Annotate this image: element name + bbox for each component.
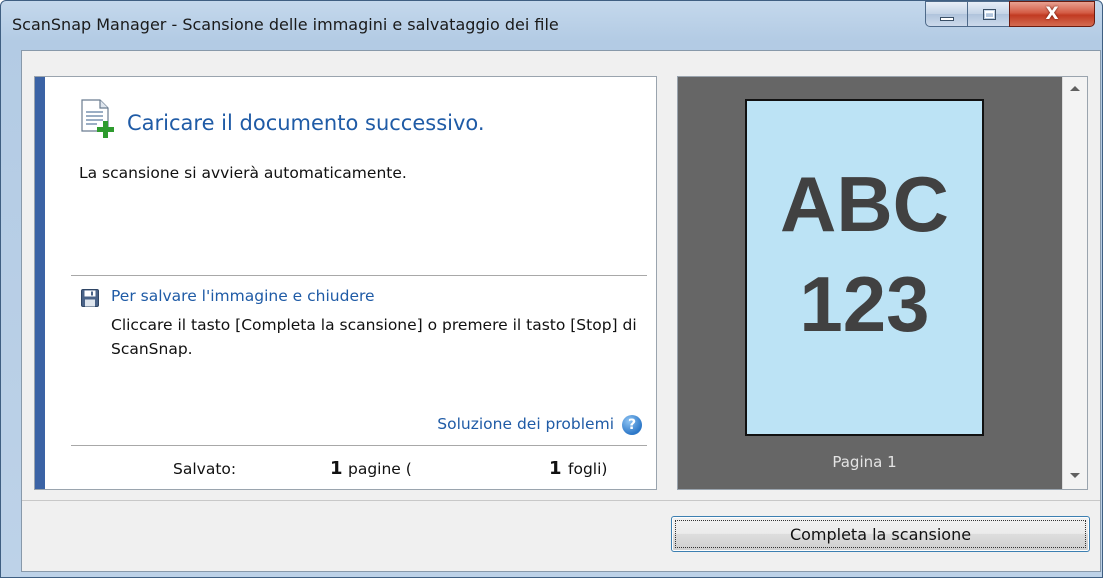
page-thumbnail[interactable]: ABC 123: [745, 99, 984, 436]
help-icon[interactable]: ?: [622, 415, 642, 435]
saved-status: Salvato: 1 pagine ( 1 fogli): [35, 457, 656, 483]
close-button[interactable]: X: [1009, 1, 1095, 27]
pages-count: 1: [330, 458, 343, 479]
status-panel: Caricare il documento successivo. La sca…: [34, 76, 657, 490]
maximize-icon: [983, 9, 996, 20]
divider: [71, 445, 647, 446]
complete-scan-button[interactable]: Completa la scansione: [671, 516, 1090, 552]
minimize-icon: [940, 17, 954, 21]
add-document-icon: [81, 99, 114, 138]
minimize-button[interactable]: [925, 1, 968, 27]
preview-scrollbar[interactable]: [1062, 77, 1087, 489]
sheets-count: 1: [549, 458, 562, 479]
saved-label: Salvato:: [173, 460, 237, 478]
page-text-line2: 123: [799, 260, 930, 348]
save-instructions: Cliccare il tasto [Completa la scansione…: [111, 316, 637, 358]
sheets-word: fogli): [568, 460, 608, 478]
save-and-close-link[interactable]: Per salvare l'immagine e chiudere: [111, 287, 375, 305]
auto-scan-text: La scansione si avvierà automaticamente.: [79, 164, 407, 182]
close-icon: X: [1045, 4, 1059, 24]
scroll-down-icon[interactable]: [1070, 473, 1080, 478]
page-text-line1: ABC: [780, 160, 949, 248]
scansnap-window: ScanSnap Manager - Scansione delle immag…: [0, 0, 1103, 578]
maximize-button[interactable]: [967, 1, 1010, 27]
footer-divider: [22, 500, 1100, 501]
next-document-heading: Caricare il documento successivo.: [127, 111, 485, 135]
window-title: ScanSnap Manager - Scansione delle immag…: [12, 15, 559, 34]
accent-bar: [35, 77, 45, 489]
scroll-up-icon[interactable]: [1070, 86, 1080, 91]
pages-word: pagine (: [348, 460, 412, 478]
complete-scan-label: Completa la scansione: [789, 525, 972, 544]
divider: [71, 275, 647, 276]
page-label: Pagina 1: [832, 453, 897, 471]
troubleshooting-link[interactable]: Soluzione dei problemi: [437, 415, 614, 433]
dialog-client-area: Caricare il documento successivo. La sca…: [21, 50, 1101, 572]
save-icon: [81, 289, 99, 307]
scan-preview-pane[interactable]: ABC 123 Pagina 1: [677, 76, 1088, 490]
title-bar[interactable]: ScanSnap Manager - Scansione delle immag…: [1, 1, 1102, 49]
